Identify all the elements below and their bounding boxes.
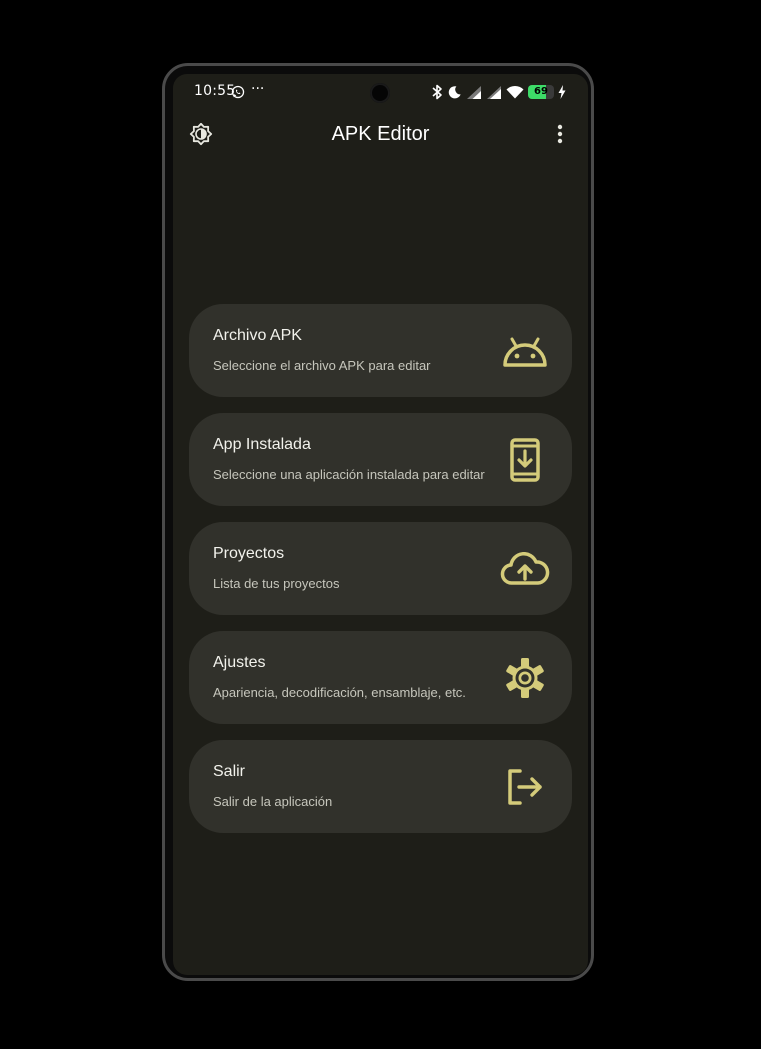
gear-icon	[500, 653, 550, 703]
moon-icon	[447, 85, 462, 100]
bluetooth-icon	[431, 84, 443, 100]
phone-download-icon	[500, 435, 550, 485]
main-menu-list: Archivo APK Seleccione el archivo APK pa…	[189, 304, 572, 849]
app-bar: APK Editor	[173, 114, 588, 158]
app-title: APK Editor	[331, 123, 430, 145]
logout-icon	[500, 762, 550, 812]
camera-cutout	[370, 83, 390, 103]
menu-item-title: Salir	[213, 763, 246, 780]
menu-item-app-instalada[interactable]: App Instalada Seleccione una aplicación …	[189, 413, 572, 506]
menu-item-proyectos[interactable]: Proyectos Lista de tus proyectos	[189, 522, 572, 615]
status-bar: 10:55 ··· 69	[173, 74, 588, 110]
menu-item-subtitle: Seleccione una aplicación instalada para…	[213, 467, 485, 482]
menu-item-ajustes[interactable]: Ajustes Apariencia, decodificación, ensa…	[189, 631, 572, 724]
menu-item-subtitle: Salir de la aplicación	[213, 794, 333, 809]
more-vert-icon	[557, 124, 563, 148]
menu-item-archivo-apk[interactable]: Archivo APK Seleccione el archivo APK pa…	[189, 304, 572, 397]
menu-item-salir[interactable]: Salir Salir de la aplicación	[189, 740, 572, 833]
battery-level: 69	[534, 86, 548, 97]
menu-item-title: Ajustes	[213, 654, 266, 671]
menu-item-title: Proyectos	[213, 545, 285, 562]
more-notifications-icon: ···	[251, 81, 265, 97]
app-screen: 10:55 ··· 69 APK Editor Archivo APK Sele…	[173, 74, 588, 975]
menu-item-title: App Instalada	[213, 436, 311, 453]
status-icons: 69	[431, 83, 566, 101]
battery-icon: 69	[528, 85, 554, 99]
signal-icon	[486, 85, 502, 100]
menu-item-subtitle: Seleccione el archivo APK para editar	[213, 358, 431, 373]
cloud-upload-icon	[500, 544, 550, 594]
android-icon	[500, 326, 550, 376]
status-time: 10:55	[194, 83, 236, 99]
overflow-menu-button[interactable]	[546, 122, 574, 150]
signal-icon	[466, 85, 482, 100]
whatsapp-icon	[231, 84, 245, 99]
menu-item-title: Archivo APK	[213, 327, 302, 344]
wifi-icon	[506, 85, 524, 99]
menu-item-subtitle: Apariencia, decodificación, ensamblaje, …	[213, 685, 466, 700]
charging-icon	[558, 85, 566, 99]
menu-item-subtitle: Lista de tus proyectos	[213, 576, 340, 591]
